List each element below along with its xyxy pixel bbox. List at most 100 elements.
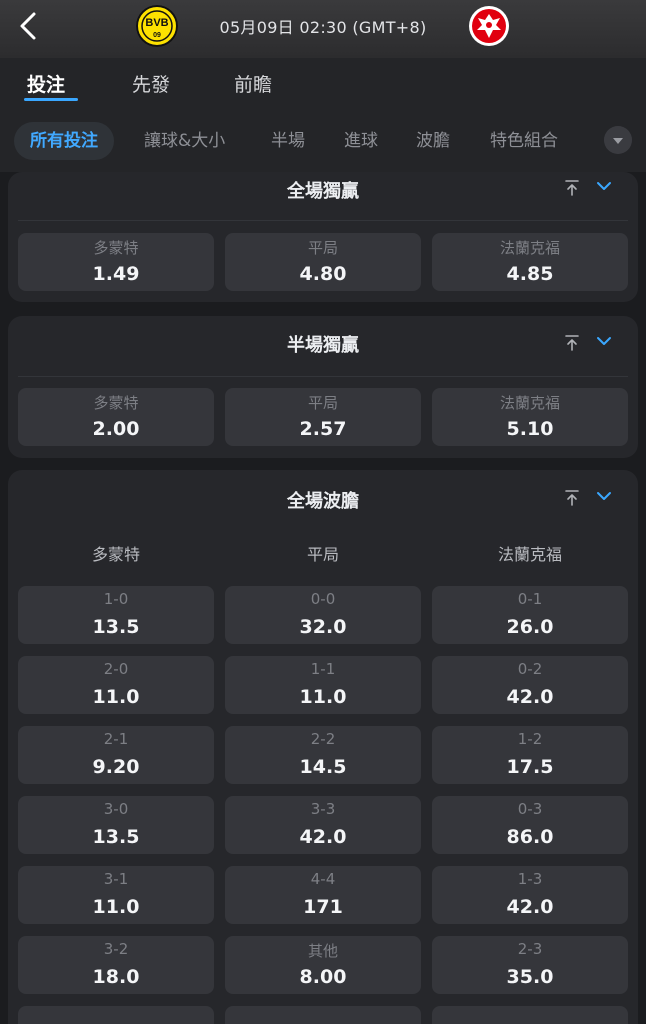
pin-top-icon[interactable] <box>562 333 582 353</box>
odds-value: 4.80 <box>299 263 347 285</box>
odds-label: 1-1 <box>310 660 336 678</box>
filter-correct-score[interactable]: 波膽 <box>416 122 450 160</box>
market-title: 全場波膽 <box>287 491 359 512</box>
pin-top-icon[interactable] <box>562 178 582 198</box>
chevron-down-icon[interactable] <box>594 331 614 351</box>
odds-value: 9.20 <box>92 756 140 778</box>
odds-button[interactable]: 法蘭克福 5.10 <box>432 388 628 446</box>
odds-button[interactable]: 平局 2.57 <box>225 388 421 446</box>
filter-all-bets[interactable]: 所有投注 <box>14 122 114 160</box>
odds-value: 2.00 <box>92 418 140 440</box>
svg-text:BVB: BVB <box>145 17 168 29</box>
filter-special-combo[interactable]: 特色組合 <box>490 122 558 160</box>
odds-label: 法蘭克福 <box>499 394 560 412</box>
odds-label: 2-1 <box>103 730 129 748</box>
page-tabs: 投注 先發 前瞻 <box>0 58 646 108</box>
odds-button[interactable]: 0-3 86.0 <box>432 796 628 854</box>
odds-button[interactable]: 平局 4.80 <box>225 233 421 291</box>
odds-label: 3-2 <box>103 940 129 958</box>
tab-lineup[interactable]: 先發 <box>132 70 170 97</box>
market-fulltime-winner: 全場獨贏 多蒙特 1.49 平局 4.80 法蘭克福 4.85 <box>8 172 638 302</box>
odds-button[interactable]: 4-4 171 <box>225 866 421 924</box>
expand-filters-icon[interactable] <box>604 126 632 154</box>
odds-value: 14.5 <box>299 756 347 778</box>
odds-label: 0-1 <box>517 590 543 608</box>
market-title: 全場獨贏 <box>287 181 359 202</box>
odds-button[interactable]: 1-2 17.5 <box>432 726 628 784</box>
odds-value: 42.0 <box>506 686 554 708</box>
odds-button[interactable]: 法蘭克福 4.85 <box>432 233 628 291</box>
odds-label: 其他 <box>307 942 338 960</box>
card-divider <box>18 376 628 377</box>
odds-label: 1-0 <box>103 590 129 608</box>
odds-button[interactable]: 3-2 18.0 <box>18 936 214 994</box>
chevron-down-icon[interactable] <box>594 486 614 506</box>
odds-label: 3-0 <box>103 800 129 818</box>
odds-button[interactable] <box>225 1006 421 1024</box>
odds-button[interactable]: 0-2 42.0 <box>432 656 628 714</box>
odds-button[interactable]: 2-0 11.0 <box>18 656 214 714</box>
odds-label: 2-0 <box>103 660 129 678</box>
odds-value: 42.0 <box>299 826 347 848</box>
market-halftime-winner: 半場獨贏 多蒙特 2.00 平局 2.57 法蘭克福 5.10 <box>8 316 638 458</box>
odds-button[interactable] <box>18 1006 214 1024</box>
odds-button[interactable]: 3-0 13.5 <box>18 796 214 854</box>
odds-label: 2-2 <box>310 730 336 748</box>
odds-value: 32.0 <box>299 616 347 638</box>
column-header-away: 法蘭克福 <box>497 545 562 564</box>
pin-top-icon[interactable] <box>562 488 582 508</box>
odds-label: 平局 <box>307 239 338 257</box>
odds-button[interactable]: 其他 8.00 <box>225 936 421 994</box>
chevron-down-icon[interactable] <box>594 176 614 196</box>
home-team-logo: BVB 09 <box>136 5 178 47</box>
odds-value: 11.0 <box>299 686 347 708</box>
odds-button[interactable]: 3-3 42.0 <box>225 796 421 854</box>
filter-halftime[interactable]: 半場 <box>271 122 305 160</box>
odds-button[interactable]: 1-0 13.5 <box>18 586 214 644</box>
odds-label: 多蒙特 <box>93 394 139 412</box>
odds-value: 5.10 <box>506 418 554 440</box>
market-title: 半場獨贏 <box>287 335 359 356</box>
odds-value: 171 <box>303 896 343 918</box>
odds-button[interactable]: 2-2 14.5 <box>225 726 421 784</box>
odds-value: 11.0 <box>92 896 140 918</box>
odds-button[interactable]: 多蒙特 2.00 <box>18 388 214 446</box>
odds-button[interactable]: 1-1 11.0 <box>225 656 421 714</box>
odds-button[interactable]: 3-1 11.0 <box>18 866 214 924</box>
card-divider <box>18 220 628 221</box>
odds-label: 2-3 <box>517 940 543 958</box>
odds-button[interactable]: 多蒙特 1.49 <box>18 233 214 291</box>
odds-label: 3-1 <box>103 870 129 888</box>
odds-label: 0-2 <box>517 660 543 678</box>
column-header-home: 多蒙特 <box>91 545 140 564</box>
market-correct-score: 全場波膽 多蒙特 平局 法蘭克福 1-0 13.5 0-0 32.0 0-1 2… <box>8 470 638 1024</box>
odds-value: 13.5 <box>92 616 140 638</box>
odds-value: 18.0 <box>92 966 140 988</box>
odds-button[interactable] <box>432 1006 628 1024</box>
match-time: 05月09日 02:30 (GMT+8) <box>219 18 427 37</box>
odds-label: 法蘭克福 <box>499 239 560 257</box>
odds-label: 0-3 <box>517 800 543 818</box>
odds-button[interactable]: 2-1 9.20 <box>18 726 214 784</box>
odds-label: 0-0 <box>310 590 336 608</box>
filter-handicap-overunder[interactable]: 讓球&大小 <box>144 122 225 160</box>
odds-label: 3-3 <box>310 800 336 818</box>
odds-button[interactable]: 2-3 35.0 <box>432 936 628 994</box>
odds-value: 17.5 <box>506 756 554 778</box>
odds-label: 平局 <box>307 394 338 412</box>
filter-goals[interactable]: 進球 <box>344 122 378 160</box>
odds-label: 4-4 <box>310 870 336 888</box>
chevron-left-icon[interactable] <box>12 8 48 44</box>
odds-label: 1-3 <box>517 870 543 888</box>
odds-value: 86.0 <box>506 826 554 848</box>
bet-filter-bar: 所有投注 讓球&大小 半場 進球 波膽 特色組合 <box>0 108 646 172</box>
odds-button[interactable]: 0-1 26.0 <box>432 586 628 644</box>
match-header: BVB 09 05月09日 02:30 (GMT+8) <box>0 0 646 58</box>
odds-button[interactable]: 0-0 32.0 <box>225 586 421 644</box>
odds-label: 多蒙特 <box>93 239 139 257</box>
tab-preview[interactable]: 前瞻 <box>234 70 272 97</box>
away-team-logo <box>469 6 509 46</box>
odds-value: 4.85 <box>506 263 554 285</box>
odds-button[interactable]: 1-3 42.0 <box>432 866 628 924</box>
tab-bets[interactable]: 投注 <box>27 70 65 97</box>
